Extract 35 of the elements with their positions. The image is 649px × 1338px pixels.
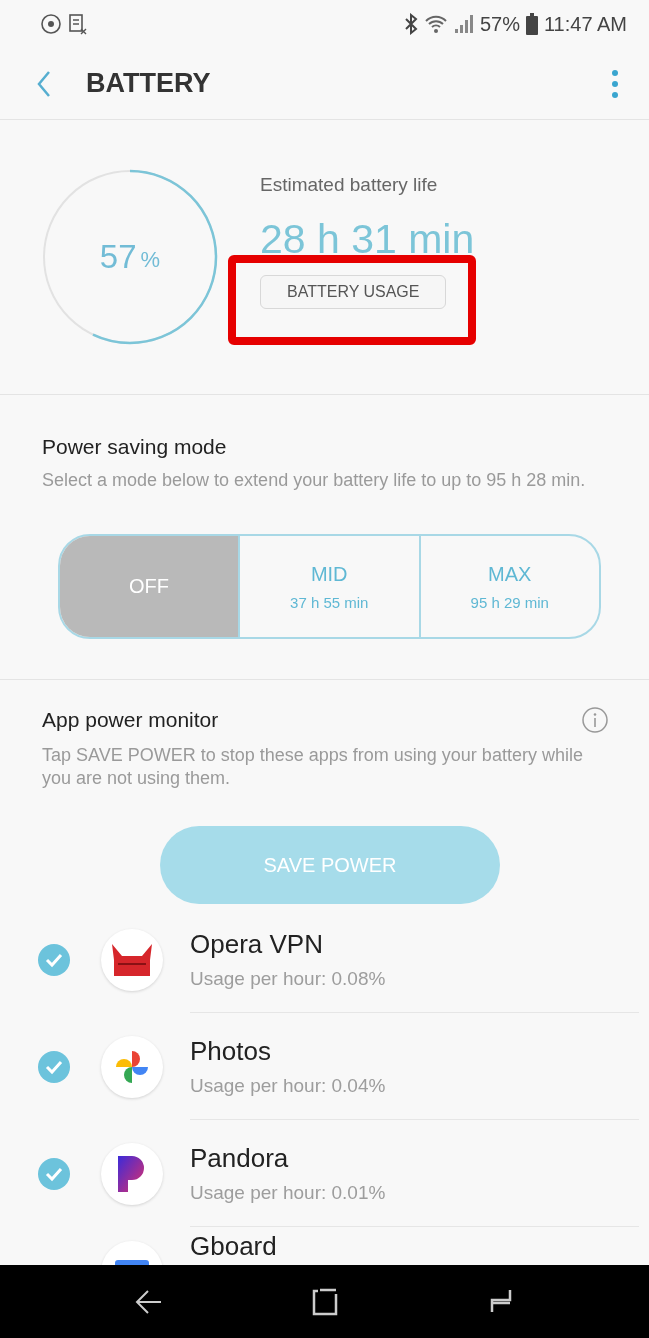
signal-icon [453,14,474,34]
notification-badge-icon [40,13,62,35]
checkbox[interactable] [38,1050,70,1083]
battery-level: 57 [99,238,137,276]
app-name: Gboard [190,1231,278,1262]
document-icon [68,13,88,35]
battery-percent: 57% [479,12,520,36]
save-power-button[interactable]: SAVE POWER [160,826,500,904]
usage-text: Usage per hour: 0.08% [190,967,387,990]
estimated-time: 28 h 31 min [260,215,475,263]
section-description: Select a mode below to extend your battery life to up to 95 h 28 min. [42,469,587,492]
usage-text: Usage per hour: 0.01% [190,1181,387,1204]
checkbox[interactable] [38,1157,70,1190]
battery-usage-button[interactable]: BATTERY USAGE [260,274,447,309]
section-title: App power monitor [42,708,219,732]
usage-text: Usage per hour: 0.04% [190,1074,387,1097]
screen-title: BATTERY [86,68,212,99]
info-icon[interactable] [581,706,609,734]
section-description: Tap SAVE POWER to stop these apps from using your battery while you are not using them. [42,744,584,790]
section-title: Power saving mode [42,435,228,459]
mode-option[interactable]: OFF [60,536,238,637]
battery-icon [525,13,538,35]
pinwheel-icon [114,1048,150,1085]
estimate-label: Estimated battery life [260,173,438,196]
more-options-button[interactable] [611,68,619,99]
mode-option[interactable]: MID 37 h 55 min [238,536,419,637]
clock: 11:47 AM [543,12,627,36]
app-name: Photos [190,1035,272,1067]
checkbox[interactable] [38,943,70,976]
app-name: Pandora [190,1142,290,1174]
bluetooth-icon [403,13,418,35]
mode-option[interactable]: MAX 95 h 29 min [418,536,599,637]
percent-sign: % [140,247,161,273]
app-name: Opera VPN [190,928,324,960]
wifi-icon [423,14,448,34]
